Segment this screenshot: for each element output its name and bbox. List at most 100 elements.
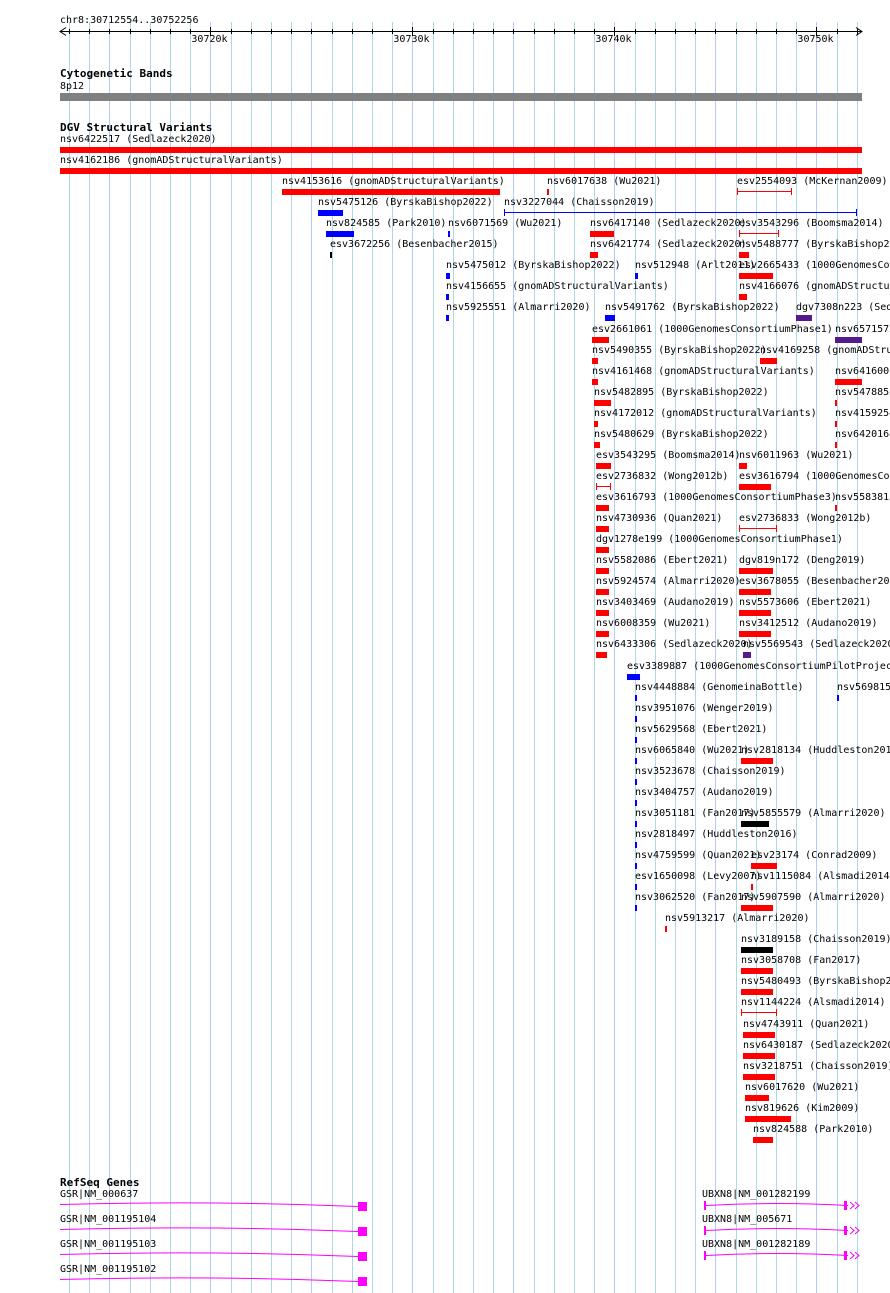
variant-bar-nsv4172012[interactable] xyxy=(594,420,598,427)
variant-bar-nsv824585[interactable] xyxy=(326,231,354,238)
variant-span-esv2554093[interactable] xyxy=(737,188,792,196)
variant-span-nsv3227044[interactable] xyxy=(504,209,857,217)
variant-bar-nsv5913217[interactable] xyxy=(665,926,667,933)
variant-label-esv2736832: esv2736832 (Wong2012b) xyxy=(596,470,729,482)
gene-model-GSR-NM_001195104[interactable] xyxy=(60,1224,370,1240)
variant-bar-dgv1278e199[interactable] xyxy=(596,547,609,554)
variant-bar-nsv512948[interactable] xyxy=(635,273,638,280)
variant-label-esv3389887: esv3389887 (1000GenomesConsortiumPilotPr… xyxy=(627,660,890,672)
cytoband-bar[interactable] xyxy=(60,93,862,101)
variant-span-esv2736833[interactable] xyxy=(739,525,777,533)
variant-bar-nsv824588[interactable] xyxy=(753,1136,773,1143)
variant-bar-nsv3404757[interactable] xyxy=(635,799,637,806)
variant-bar-nsv5488777[interactable] xyxy=(739,252,749,259)
variant-bar-nsv6017620[interactable] xyxy=(745,1094,769,1101)
variant-bar-esv3616793[interactable] xyxy=(596,505,609,512)
ruler-tick-label: 30720k xyxy=(191,34,228,45)
variant-bar-esv2661061[interactable] xyxy=(592,336,609,343)
variant-bar-esv3678055[interactable] xyxy=(739,589,771,596)
variant-bar-nsv5475126[interactable] xyxy=(318,210,343,217)
variant-bar-nsv3951076[interactable] xyxy=(635,715,637,722)
variant-bar-esv3389887[interactable] xyxy=(627,673,640,680)
variant-bar-nsv5925551[interactable] xyxy=(446,315,449,322)
variant-bar-nsv4759599[interactable] xyxy=(635,863,637,870)
variant-bar-nsv5491762[interactable] xyxy=(605,315,615,322)
gene-model-GSR-NM_000637[interactable] xyxy=(60,1199,370,1215)
variant-bar-nsv5480629[interactable] xyxy=(594,441,600,448)
variant-bar-nsv4153616[interactable] xyxy=(282,189,500,196)
variant-bar-nsv4159254[interactable] xyxy=(835,420,837,427)
gene-model-UBXN8-NM_001282189[interactable] xyxy=(704,1249,864,1265)
variant-bar-nsv5629568[interactable] xyxy=(635,736,637,743)
variant-bar-nsv5582086[interactable] xyxy=(596,568,609,575)
gene-model-UBXN8-NM_001282199[interactable] xyxy=(704,1199,864,1215)
variant-bar-nsv3051181[interactable] xyxy=(635,820,637,827)
variant-bar-nsv6011963[interactable] xyxy=(739,462,747,469)
variant-bar-nsv5478852[interactable] xyxy=(835,399,837,406)
variant-bar-nsv3189158[interactable] xyxy=(741,947,773,954)
variant-bar-nsv3218751[interactable] xyxy=(743,1073,775,1080)
variant-label-nsv5924574: nsv5924574 (Almarri2020) xyxy=(596,576,741,588)
variant-bar-nsv6416001[interactable] xyxy=(835,378,862,385)
variant-bar-nsv6008359[interactable] xyxy=(596,631,609,638)
variant-bar-dgv7308n223[interactable] xyxy=(796,315,812,322)
gene-model-UBXN8-NM_005671[interactable] xyxy=(704,1224,864,1240)
variant-bar-nsv6430187[interactable] xyxy=(743,1052,775,1059)
variant-label-nsv3051181: nsv3051181 (Fan2017) xyxy=(635,807,756,819)
variant-bar-nsv6417140[interactable] xyxy=(590,231,614,238)
variant-bar-nsv1115084[interactable] xyxy=(751,884,753,891)
variant-bar-nsv6420168[interactable] xyxy=(835,441,837,448)
variant-bar-nsv6571572[interactable] xyxy=(835,336,862,343)
variant-bar-nsv2818497[interactable] xyxy=(635,841,637,848)
variant-bar-nsv4161468[interactable] xyxy=(592,378,598,385)
variant-bar-nsv6017638[interactable] xyxy=(547,189,549,196)
variant-bar-esv3616794[interactable] xyxy=(739,483,771,490)
variant-bar-nsv3523678[interactable] xyxy=(635,778,637,785)
variant-bar-nsv2818134[interactable] xyxy=(741,757,773,764)
variant-bar-esv23174[interactable] xyxy=(751,863,777,870)
variant-bar-nsv5490355[interactable] xyxy=(592,357,598,364)
variant-bar-nsv5924574[interactable] xyxy=(596,589,609,596)
variant-bar-nsv6422517[interactable] xyxy=(60,147,862,153)
variant-bar-nsv5573606[interactable] xyxy=(739,610,771,617)
variant-bar-nsv6071569[interactable] xyxy=(448,231,450,238)
variant-span-esv3543296[interactable] xyxy=(739,230,779,238)
variant-bar-nsv4169258[interactable] xyxy=(760,357,777,364)
variant-bar-nsv5907590[interactable] xyxy=(741,905,773,912)
gene-model-GSR-NM_001195102[interactable] xyxy=(60,1274,370,1290)
gene-exon-block xyxy=(358,1202,367,1211)
variant-bar-nsv6421774[interactable] xyxy=(590,252,598,259)
variant-bar-nsv4166076[interactable] xyxy=(739,294,747,301)
variant-bar-esv1650098[interactable] xyxy=(635,884,637,891)
variant-bar-nsv5698151[interactable] xyxy=(837,694,839,701)
variant-bar-nsv5583815[interactable] xyxy=(835,505,837,512)
variant-bar-nsv5569543[interactable] xyxy=(743,652,751,659)
variant-bar-nsv4743911[interactable] xyxy=(743,1031,775,1038)
variant-span-esv2736832[interactable] xyxy=(596,482,611,490)
variant-bar-nsv5475012[interactable] xyxy=(446,273,450,280)
variant-bar-dgv819n172[interactable] xyxy=(739,568,773,575)
variant-bar-nsv3058708[interactable] xyxy=(741,968,773,975)
variant-bar-nsv4448884[interactable] xyxy=(635,694,637,701)
variant-bar-nsv4730936[interactable] xyxy=(596,526,609,533)
variant-bar-nsv5482895[interactable] xyxy=(594,399,611,406)
variant-bar-nsv5480493[interactable] xyxy=(741,989,773,996)
variant-bar-nsv6065840[interactable] xyxy=(635,757,637,764)
variant-bar-nsv4156655[interactable] xyxy=(446,294,449,301)
variant-bar-esv3672256[interactable] xyxy=(330,252,332,259)
variant-bar-nsv3062520[interactable] xyxy=(635,905,637,912)
variant-bar-nsv819626[interactable] xyxy=(745,1115,791,1122)
gene-exon-block xyxy=(704,1201,706,1210)
gene-intron-line xyxy=(60,1252,359,1257)
variant-bar-nsv6433306[interactable] xyxy=(596,652,607,659)
variant-bar-nsv3403469[interactable] xyxy=(596,610,609,617)
variant-bar-esv3543295[interactable] xyxy=(596,462,611,469)
variant-bar-nsv3412512[interactable] xyxy=(739,631,771,638)
variant-bar-nsv4162186[interactable] xyxy=(60,168,862,175)
variant-bar-esv2665433[interactable] xyxy=(739,273,773,280)
variant-span-nsv1144224[interactable] xyxy=(741,1009,777,1017)
gene-model-GSR-NM_001195103[interactable] xyxy=(60,1249,370,1265)
variant-label-nsv5925551: nsv5925551 (Almarri2020) xyxy=(446,302,591,314)
strand-arrow-icon xyxy=(854,1251,860,1260)
variant-bar-nsv5855579[interactable] xyxy=(741,820,769,827)
